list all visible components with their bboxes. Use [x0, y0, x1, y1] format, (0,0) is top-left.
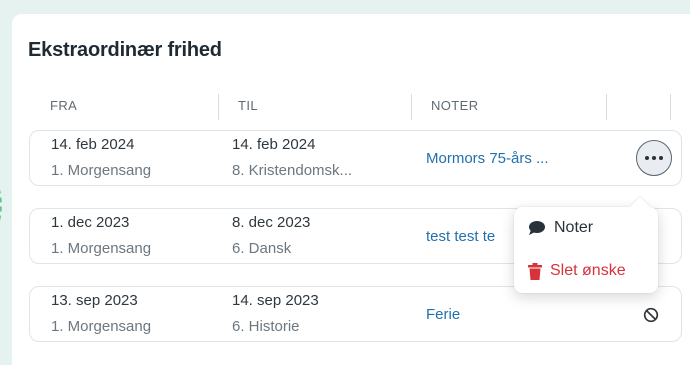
extraordinary-leave-card: Ekstraordinær frihed FRA TIL NOTER 14. f… — [12, 14, 690, 365]
menu-item-label: Slet ønske — [550, 262, 626, 279]
menu-item-notes[interactable]: Noter — [528, 215, 593, 241]
page-title: Ekstraordinær frihed — [28, 39, 222, 61]
column-header-from: FRA — [50, 98, 78, 113]
ban-icon — [643, 307, 659, 323]
dot — [652, 156, 656, 160]
to-lesson: 6. Dansk — [232, 240, 292, 257]
table-row[interactable]: 13. sep 2023 1. Morgensang 14. sep 2023 … — [29, 286, 682, 342]
from-cell: 13. sep 2023 1. Morgensang — [51, 287, 217, 338]
dot — [645, 156, 649, 160]
column-header-to: TIL — [238, 98, 258, 113]
from-lesson: 1. Morgensang — [51, 240, 152, 257]
column-header-notes: NOTER — [431, 98, 479, 113]
table-row[interactable]: 14. feb 2024 1. Morgensang 14. feb 2024 … — [29, 130, 682, 186]
to-cell: 8. dec 2023 6. Dansk — [232, 209, 398, 260]
more-options-button[interactable] — [636, 140, 672, 176]
from-cell: 1. dec 2023 1. Morgensang — [51, 209, 217, 260]
to-date: 14. sep 2023 — [232, 292, 319, 309]
note-link[interactable]: test test te — [426, 209, 495, 265]
menu-item-delete[interactable]: Slet ønske — [528, 258, 626, 284]
column-divider — [606, 94, 607, 120]
trash-icon — [528, 262, 542, 280]
note-link[interactable]: Mormors 75-års ... — [426, 131, 549, 187]
to-cell: 14. feb 2024 8. Kristendomsk... — [232, 131, 398, 182]
decorative-arc — [0, 189, 2, 221]
row-options-menu: Noter Slet ønske — [514, 207, 658, 293]
table-header: FRA TIL NOTER — [30, 94, 682, 120]
from-date: 14. feb 2024 — [51, 136, 135, 153]
to-lesson: 8. Kristendomsk... — [232, 162, 353, 179]
dot — [659, 156, 663, 160]
menu-item-label: Noter — [554, 219, 594, 236]
from-date: 13. sep 2023 — [51, 292, 138, 309]
to-date: 8. dec 2023 — [232, 214, 311, 231]
to-cell: 14. sep 2023 6. Historie — [232, 287, 398, 338]
comment-icon — [529, 221, 545, 235]
from-date: 1. dec 2023 — [51, 214, 130, 231]
to-lesson: 6. Historie — [232, 318, 300, 335]
note-link[interactable]: Ferie — [426, 287, 460, 343]
from-cell: 14. feb 2024 1. Morgensang — [51, 131, 217, 182]
column-divider — [670, 94, 671, 120]
to-date: 14. feb 2024 — [232, 136, 316, 153]
from-lesson: 1. Morgensang — [51, 162, 152, 179]
from-lesson: 1. Morgensang — [51, 318, 152, 335]
